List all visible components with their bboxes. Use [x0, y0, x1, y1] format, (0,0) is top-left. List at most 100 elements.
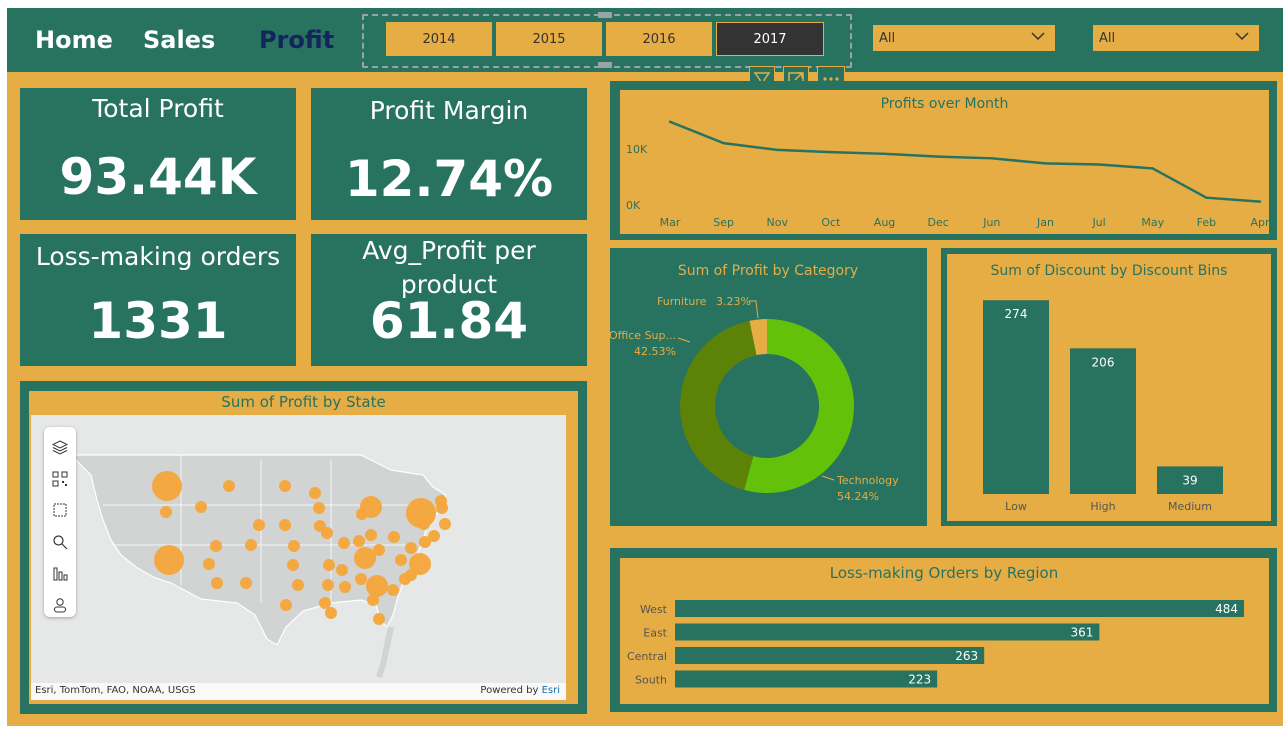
profit-bubble — [405, 569, 417, 581]
region-bar — [675, 670, 938, 688]
leader-line — [821, 475, 835, 481]
profit-bubble — [373, 613, 385, 625]
profit-bubble — [360, 496, 382, 518]
data-label: 206 — [1092, 355, 1115, 369]
y-tick-label: Central — [627, 650, 667, 663]
filter-dropdown-2[interactable]: All — [1093, 25, 1259, 51]
map-toolbar — [44, 427, 76, 617]
layers-icon[interactable] — [52, 439, 68, 455]
profit-bubble — [240, 577, 252, 589]
profit-bubble — [154, 545, 184, 575]
filter-dropdown-1[interactable]: All — [873, 25, 1055, 51]
dropdown-value: All — [1099, 30, 1116, 46]
nav-profit[interactable]: Profit — [259, 26, 334, 54]
slice-percent-label: 42.53% — [634, 345, 676, 358]
x-tick-label: Jul — [1091, 216, 1105, 229]
profit-margin-card[interactable]: Profit Margin 12.74% — [311, 88, 587, 220]
profit-bubble — [395, 554, 407, 566]
region-bar — [675, 647, 985, 664]
slice-percent-label: 3.23% — [716, 295, 751, 308]
data-point — [668, 120, 672, 123]
avg-profit-card[interactable]: Avg_Profit per product 61.84 — [311, 234, 587, 366]
slice-label: Technology — [836, 474, 899, 487]
profit-bubble — [319, 597, 331, 609]
data-point — [1044, 162, 1047, 165]
dropdown-value: All — [879, 30, 896, 46]
leader-line — [677, 337, 691, 343]
card-label: Total Profit — [92, 94, 224, 123]
x-tick-label: Mar — [660, 216, 681, 229]
total-profit-card[interactable]: Total Profit 93.44K — [20, 88, 296, 220]
year-2017-button[interactable]: 2017 — [716, 22, 824, 56]
profit-bubble — [313, 502, 325, 514]
search-icon[interactable] — [52, 534, 68, 550]
column-chart: Sum of Discount by Discount Bins 274 Low 20… — [983, 263, 1227, 513]
profit-bubble — [388, 531, 400, 543]
data-label: 223 — [908, 673, 931, 687]
x-tick-label: Nov — [767, 216, 789, 229]
donut-slice — [679, 320, 757, 490]
x-tick-label: Oct — [821, 216, 841, 229]
x-tick-label: Medium — [1168, 500, 1212, 513]
x-tick-label: High — [1090, 500, 1115, 513]
x-tick-label: Dec — [928, 216, 949, 229]
column-bar — [1070, 348, 1136, 494]
profit-bubble — [279, 480, 291, 492]
profit-bubble — [367, 594, 379, 606]
loss-orders-card[interactable]: Loss-making orders 1331 — [20, 234, 296, 366]
map-visual[interactable]: Sum of Profit by State Esri, TomTom, FAO… — [20, 381, 587, 714]
nav-sales[interactable]: Sales — [143, 26, 215, 54]
y-tick-label: 0K — [626, 199, 641, 212]
x-tick-label: Apr — [1250, 216, 1269, 229]
profit-bubble — [292, 579, 304, 591]
select-rectangle-icon[interactable] — [52, 502, 68, 518]
profit-bubble — [435, 495, 447, 507]
profit-by-category-visual[interactable]: Sum of Profit by Category Technology 54.24… — [609, 248, 927, 526]
region-bar — [675, 600, 1244, 617]
powered-by: Powered by Esri — [480, 685, 560, 696]
data-point — [1151, 167, 1154, 170]
data-point — [883, 152, 886, 156]
column-bar — [983, 300, 1049, 494]
year-2015-button[interactable]: 2015 — [496, 22, 604, 56]
x-tick-label: Jan — [1036, 216, 1054, 229]
profit-bubble — [355, 573, 367, 585]
data-point — [722, 141, 725, 145]
us-map[interactable]: Esri, TomTom, FAO, NOAA, USGS Powered by… — [31, 415, 566, 700]
profit-bubble — [253, 519, 265, 531]
discount-bins-visual[interactable]: Sum of Discount by Discount Bins 274 Low 20… — [941, 248, 1277, 526]
top-navigation-bar: Home Sales Profit 2014 2015 2016 2017 Al… — [7, 8, 1283, 72]
profit-line — [669, 120, 1261, 203]
data-label: 361 — [1070, 626, 1093, 640]
profit-bubble — [353, 535, 365, 547]
profit-bubble — [223, 480, 235, 492]
profit-bubble — [405, 542, 417, 554]
person-icon[interactable] — [52, 597, 68, 613]
chart-title: Sum of Profit by Category — [678, 263, 858, 279]
year-2016-button[interactable]: 2016 — [606, 22, 714, 56]
profit-bubbles[interactable] — [31, 415, 566, 700]
resize-handle-bottom[interactable] — [598, 62, 612, 68]
qr-code-icon[interactable] — [52, 471, 68, 487]
x-tick-label: May — [1141, 216, 1164, 229]
profit-bubble — [210, 540, 222, 552]
year-2014-button[interactable]: 2014 — [386, 22, 494, 56]
nav-home[interactable]: Home — [35, 26, 113, 54]
resize-handle-top[interactable] — [598, 12, 612, 18]
card-label: Loss-making orders — [35, 242, 281, 271]
card-label-line1: Avg_Profit per — [362, 236, 536, 265]
bar-chart-icon[interactable] — [52, 565, 68, 581]
esri-link[interactable]: Esri — [542, 685, 560, 696]
profits-over-month-visual[interactable]: Profits over Month 10K 0K Mar Sep Nov Oct Aug De… — [610, 81, 1277, 240]
x-tick-label: Jun — [982, 216, 1000, 229]
profit-bubble — [203, 558, 215, 570]
x-tick-label: Aug — [874, 216, 895, 229]
loss-orders-by-region-visual[interactable]: Loss-making Orders by Region West 484 East 3… — [610, 548, 1277, 712]
map-attribution: Esri, TomTom, FAO, NOAA, USGS Powered by… — [31, 683, 566, 700]
profit-bubble — [195, 501, 207, 513]
profit-bubble — [321, 527, 333, 539]
card-value: 1331 — [88, 292, 228, 350]
data-point — [776, 148, 779, 152]
data-point — [990, 157, 994, 160]
profit-bubble — [338, 537, 350, 549]
